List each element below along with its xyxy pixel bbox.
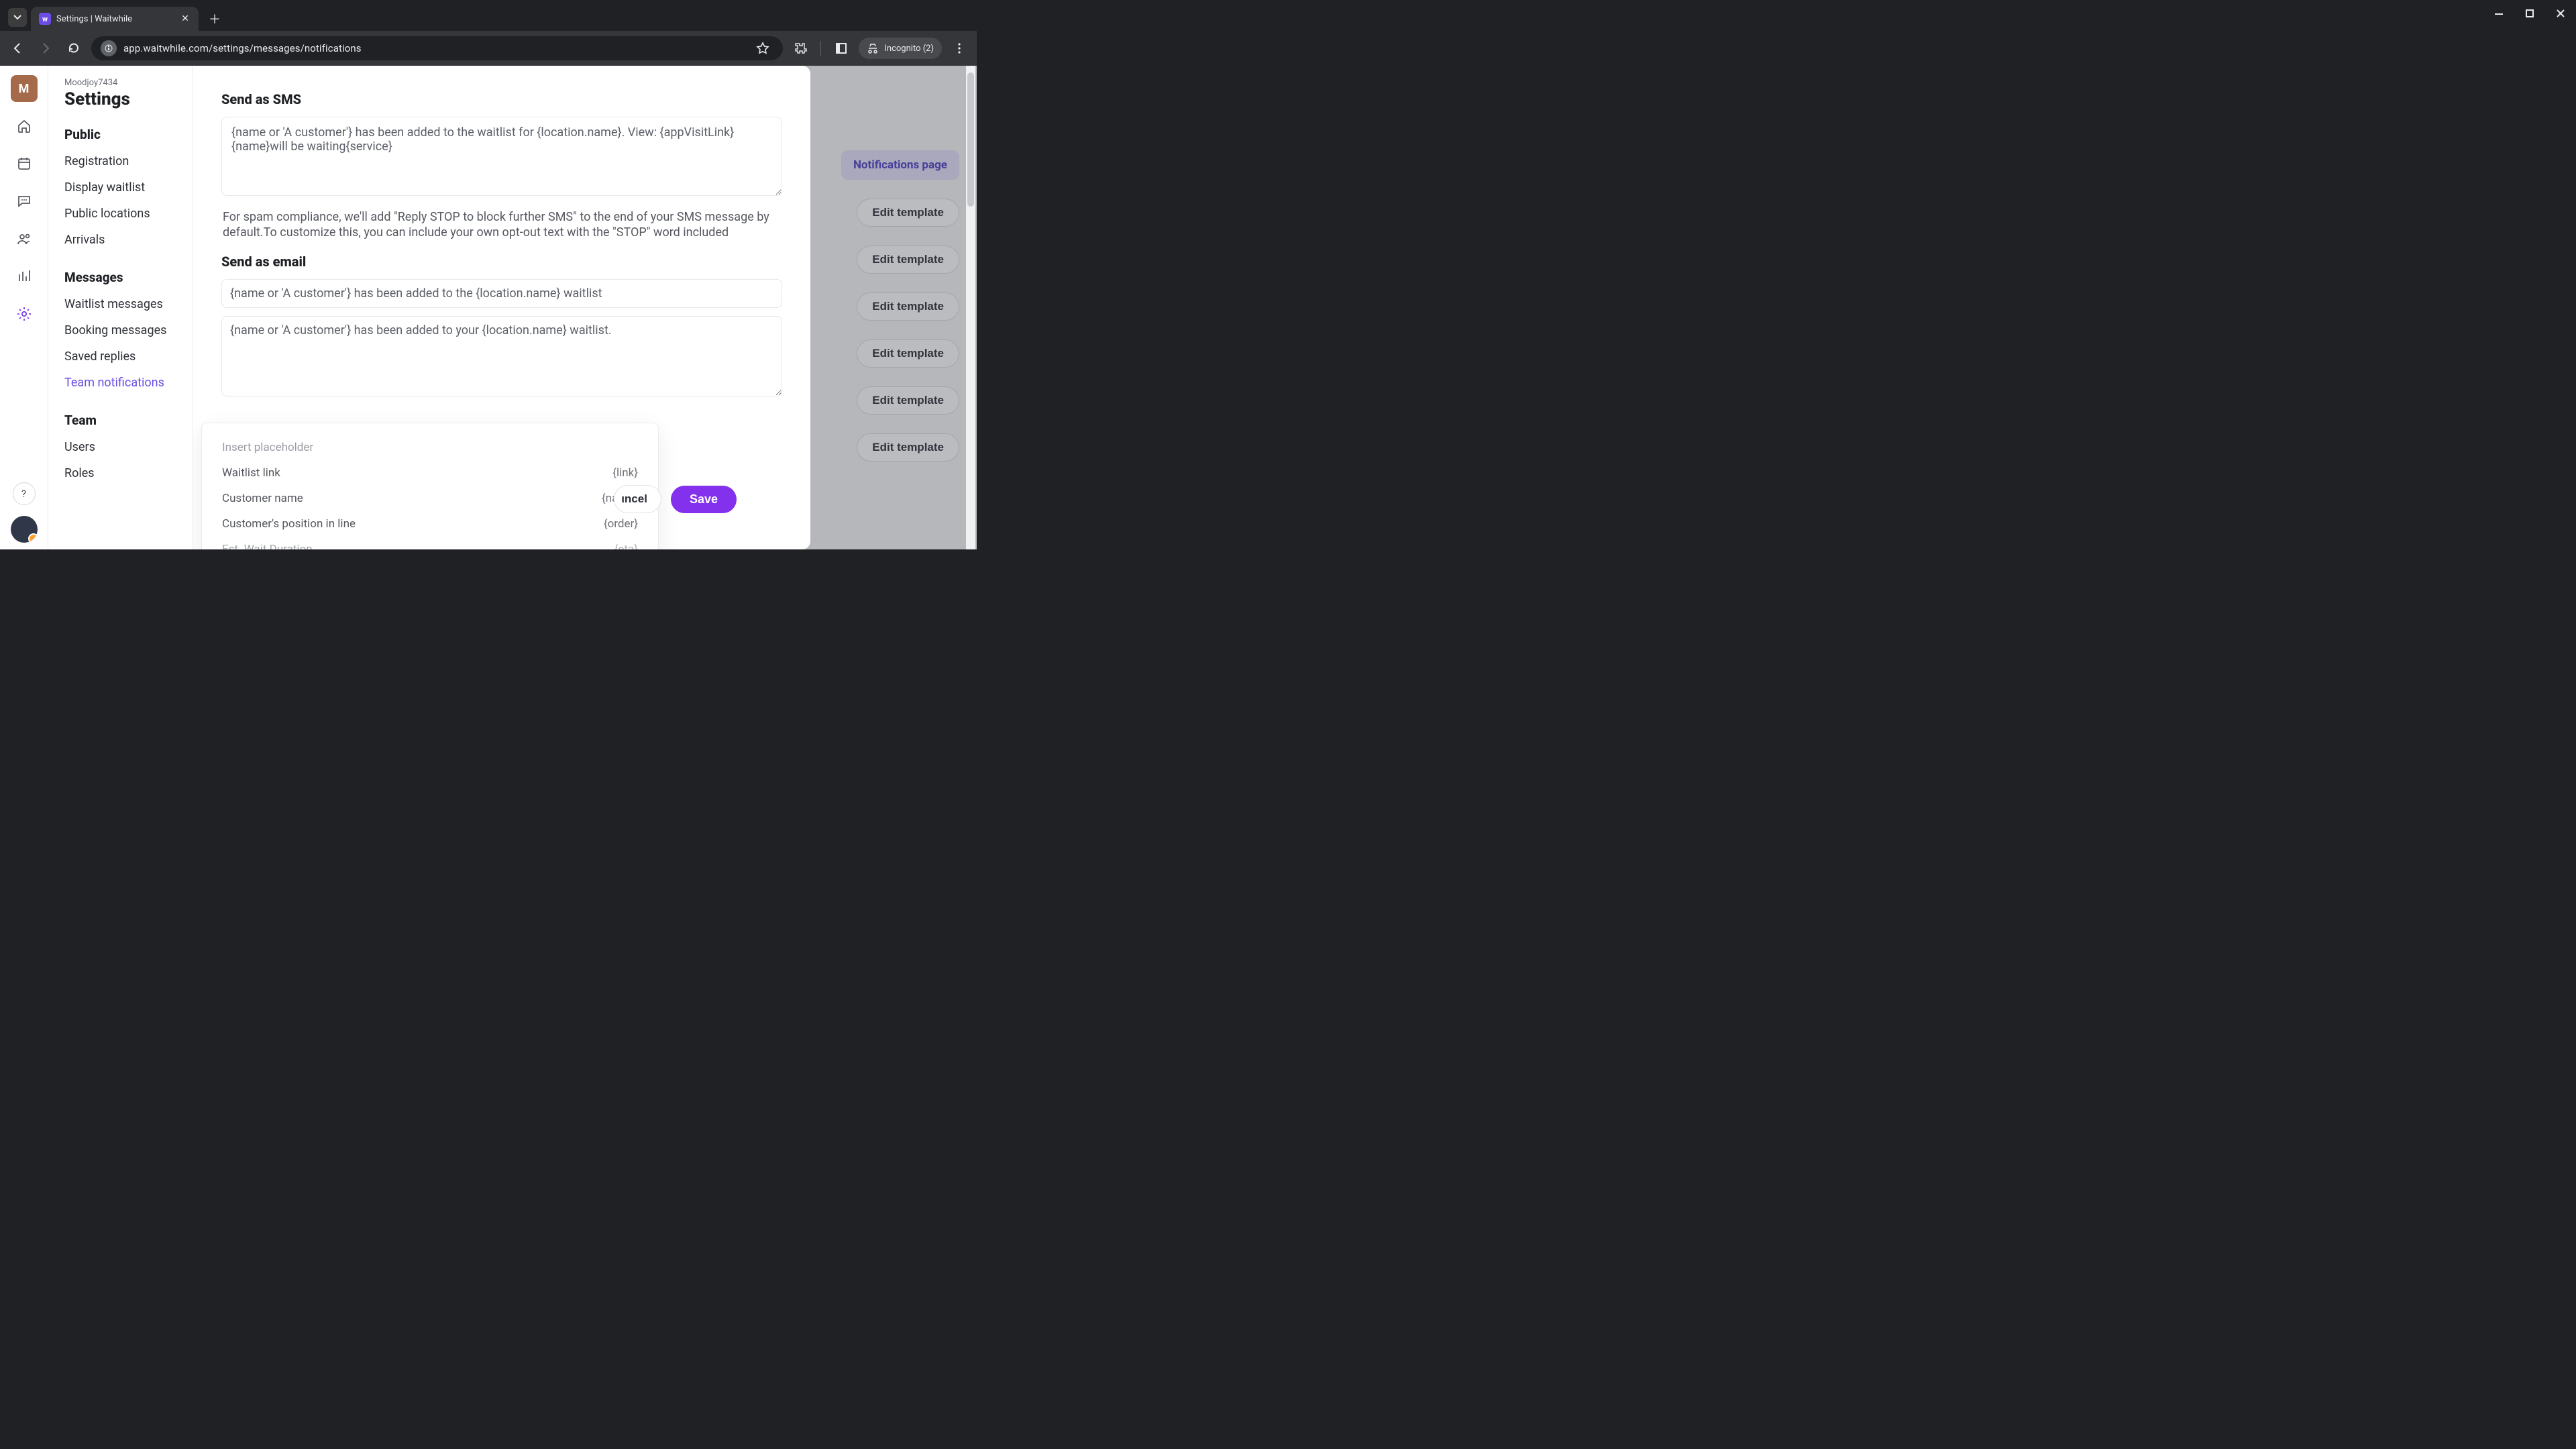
app-root: M ? Moodjoy7434 Settings Public Registra… bbox=[0, 66, 977, 549]
incognito-icon bbox=[867, 42, 879, 54]
placeholder-row[interactable]: Customer name {name} bbox=[222, 492, 638, 505]
calendar-icon[interactable] bbox=[11, 150, 38, 177]
placeholder-label: Customer's position in line bbox=[222, 517, 356, 531]
placeholder-token: {link} bbox=[612, 466, 638, 480]
placeholder-token: {eta} bbox=[614, 543, 638, 549]
sms-compliance-note: For spam compliance, we'll add "Reply ST… bbox=[223, 209, 781, 240]
cancel-button[interactable]: ıncel bbox=[614, 485, 661, 513]
sidebar-item-registration[interactable]: Registration bbox=[64, 154, 179, 168]
sidebar-group-public: Public Registration Display waitlist Pub… bbox=[64, 127, 179, 247]
main-area: Notifications page Edit template Edit te… bbox=[193, 66, 977, 549]
settings-sidebar: Moodjoy7434 Settings Public Registration… bbox=[48, 66, 193, 549]
modal-body: Send as SMS For spam compliance, we'll a… bbox=[193, 66, 810, 419]
user-avatar[interactable] bbox=[11, 516, 38, 543]
sidebar-item-saved-replies[interactable]: Saved replies bbox=[64, 350, 179, 364]
toolbar-divider bbox=[820, 41, 821, 56]
window-controls bbox=[2487, 4, 2572, 23]
back-button[interactable] bbox=[7, 38, 28, 59]
scrollbar-thumb[interactable] bbox=[967, 72, 974, 207]
tabs-dropdown[interactable] bbox=[8, 8, 27, 27]
sidebar-group-head: Public bbox=[64, 127, 179, 142]
save-button[interactable]: Save bbox=[671, 486, 737, 513]
section-title-email: Send as email bbox=[221, 254, 782, 270]
sidebar-item-team-notifications[interactable]: Team notifications bbox=[64, 376, 179, 390]
placeholder-popover: Insert placeholder Waitlist link {link} … bbox=[201, 423, 659, 549]
sidebar-group-head: Team bbox=[64, 413, 179, 428]
sidebar-item-public-locations[interactable]: Public locations bbox=[64, 207, 179, 221]
sidebar-item-booking-messages[interactable]: Booking messages bbox=[64, 323, 179, 337]
favicon: w bbox=[39, 13, 51, 25]
sidebar-item-arrivals[interactable]: Arrivals bbox=[64, 233, 179, 247]
sidebar-item-roles[interactable]: Roles bbox=[64, 466, 179, 480]
kebab-menu-button[interactable] bbox=[949, 38, 970, 59]
tab-strip: w Settings | Waitwhile ✕ ＋ bbox=[0, 0, 977, 31]
sidepanel-button[interactable] bbox=[830, 38, 852, 59]
sms-body-textarea[interactable] bbox=[221, 117, 782, 196]
tab-title: Settings | Waitwhile bbox=[56, 14, 174, 24]
nav-rail: M ? bbox=[0, 66, 48, 549]
page-title: Settings bbox=[64, 89, 179, 109]
sidebar-group-messages: Messages Waitlist messages Booking messa… bbox=[64, 270, 179, 390]
close-window-button[interactable] bbox=[2549, 4, 2572, 23]
site-info-icon[interactable] bbox=[101, 40, 117, 56]
browser-toolbar: app.waitwhile.com/settings/messages/noti… bbox=[0, 31, 977, 66]
chat-icon[interactable] bbox=[11, 188, 38, 215]
forward-button[interactable] bbox=[35, 38, 56, 59]
section-title-sms: Send as SMS bbox=[221, 91, 782, 107]
email-subject-input[interactable] bbox=[221, 279, 782, 308]
org-name: Moodjoy7434 bbox=[64, 78, 179, 88]
home-icon[interactable] bbox=[11, 113, 38, 140]
placeholder-row[interactable]: Waitlist link {link} bbox=[222, 466, 638, 480]
chevron-down-icon bbox=[13, 13, 21, 21]
extensions-button[interactable] bbox=[790, 38, 811, 59]
org-avatar[interactable]: M bbox=[11, 75, 38, 102]
settings-gear-icon[interactable] bbox=[11, 301, 38, 327]
new-tab-button[interactable]: ＋ bbox=[205, 9, 224, 28]
sidebar-group-head: Messages bbox=[64, 270, 179, 285]
analytics-icon[interactable] bbox=[11, 263, 38, 290]
insert-placeholder-label: Insert placeholder bbox=[222, 441, 638, 454]
scrollbar[interactable] bbox=[966, 66, 975, 549]
incognito-label: Incognito (2) bbox=[884, 44, 934, 54]
placeholder-label: Customer name bbox=[222, 492, 303, 505]
sidebar-group-team: Team Users Roles bbox=[64, 413, 179, 480]
address-bar[interactable]: app.waitwhile.com/settings/messages/noti… bbox=[91, 36, 783, 60]
url-text: app.waitwhile.com/settings/messages/noti… bbox=[123, 42, 362, 54]
placeholder-token: {order} bbox=[604, 517, 638, 531]
placeholder-label: Est. Wait Duration bbox=[222, 543, 313, 549]
placeholder-row[interactable]: Est. Wait Duration {eta} bbox=[222, 543, 638, 549]
sidebar-item-users[interactable]: Users bbox=[64, 440, 179, 454]
modal-actions: ıncel Save bbox=[614, 485, 737, 513]
edit-template-modal: Send as SMS For spam compliance, we'll a… bbox=[193, 66, 810, 549]
placeholder-row[interactable]: Customer's position in line {order} bbox=[222, 517, 638, 531]
minimize-button[interactable] bbox=[2487, 4, 2510, 23]
email-body-textarea[interactable] bbox=[221, 316, 782, 396]
sidebar-item-display-waitlist[interactable]: Display waitlist bbox=[64, 180, 179, 195]
tab-close-button[interactable]: ✕ bbox=[180, 13, 191, 24]
incognito-chip[interactable]: Incognito (2) bbox=[859, 38, 942, 59]
browser-tab[interactable]: w Settings | Waitwhile ✕ bbox=[31, 7, 199, 31]
browser-chrome: w Settings | Waitwhile ✕ ＋ app.waitwhile… bbox=[0, 0, 977, 66]
reload-button[interactable] bbox=[63, 38, 85, 59]
help-button[interactable]: ? bbox=[13, 482, 36, 505]
bookmark-star-icon[interactable] bbox=[752, 38, 773, 59]
sidebar-item-waitlist-messages[interactable]: Waitlist messages bbox=[64, 297, 179, 311]
maximize-button[interactable] bbox=[2518, 4, 2541, 23]
people-icon[interactable] bbox=[11, 225, 38, 252]
placeholder-label: Waitlist link bbox=[222, 466, 280, 480]
